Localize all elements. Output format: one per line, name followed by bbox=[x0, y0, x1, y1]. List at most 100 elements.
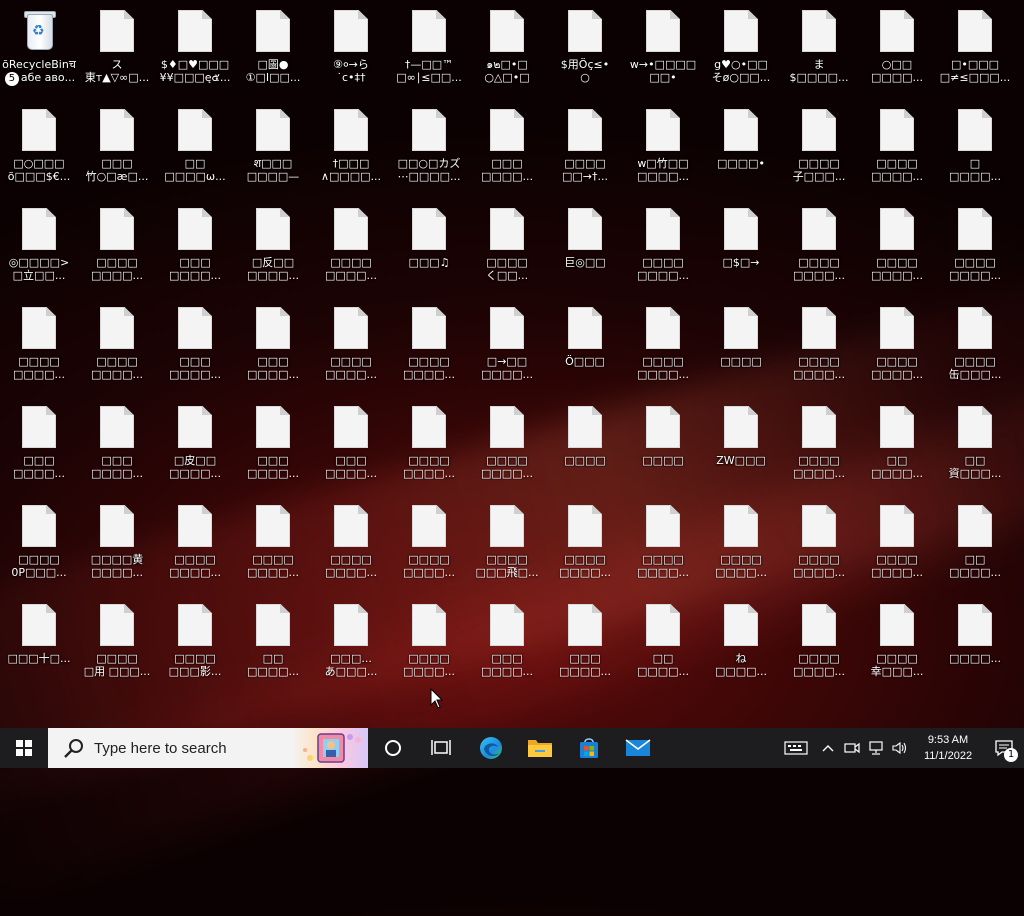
desktop-file-icon[interactable]: □□ □□□□... bbox=[858, 396, 936, 492]
desktop-file-icon[interactable]: □□□□ □□□□... bbox=[780, 495, 858, 591]
desktop-file-icon[interactable]: □□□□ □□□□... bbox=[390, 495, 468, 591]
desktop-file-icon[interactable]: ○□□ □□□□... bbox=[858, 0, 936, 96]
desktop-file-icon[interactable]: □□□ □□□□... bbox=[468, 99, 546, 195]
desktop-file-icon[interactable]: □□□十□... bbox=[0, 594, 78, 690]
desktop-file-icon[interactable]: w□竹□□ □□□□... bbox=[624, 99, 702, 195]
recycle-bin-icon[interactable]: ♻ ōRecycleBinच 5 абе аво... bbox=[0, 0, 78, 96]
desktop-file-icon[interactable]: □□□□ 0P□□□... bbox=[0, 495, 78, 591]
desktop-file-icon[interactable]: □圖● ①□Ⅰ□□... bbox=[234, 0, 312, 96]
file-explorer-button[interactable] bbox=[515, 728, 564, 768]
desktop-file-icon[interactable]: □□□□... bbox=[936, 594, 1014, 690]
desktop-file-icon[interactable]: w→•□□□□ □□• bbox=[624, 0, 702, 96]
desktop-file-icon[interactable]: □□ □□□□... bbox=[936, 495, 1014, 591]
meet-now-button[interactable] bbox=[840, 728, 864, 768]
desktop-file-icon[interactable]: □□□ □□□□... bbox=[234, 396, 312, 492]
desktop-file-icon[interactable]: □□□□ □□□□... bbox=[858, 99, 936, 195]
desktop-file-icon[interactable]: □□□□ □□□□... bbox=[780, 396, 858, 492]
desktop-file-icon[interactable]: □□□□ □□□□... bbox=[624, 495, 702, 591]
desktop-file-icon[interactable]: □□□... あ□□□... bbox=[312, 594, 390, 690]
desktop-file-icon[interactable]: ね □□□□... bbox=[702, 594, 780, 690]
desktop-file-icon[interactable]: □□□□ bbox=[546, 396, 624, 492]
desktop-file-icon[interactable]: □□□□ □□□□... bbox=[78, 297, 156, 393]
desktop-file-icon[interactable]: †□□□ ∧□□□□... bbox=[312, 99, 390, 195]
microsoft-store-button[interactable] bbox=[564, 728, 613, 768]
desktop-file-icon[interactable]: □$□→ bbox=[702, 198, 780, 294]
desktop-file-icon[interactable]: □□□ □□□□... bbox=[156, 297, 234, 393]
desktop-file-icon[interactable]: □□□ □□□□... bbox=[312, 396, 390, 492]
desktop-file-icon[interactable]: □□□ □□□□... bbox=[0, 396, 78, 492]
desktop-file-icon[interactable]: □□□□ 子□□□... bbox=[780, 99, 858, 195]
desktop-file-icon[interactable]: □□□□ bbox=[624, 396, 702, 492]
desktop-file-icon[interactable]: □□□ □□□□... bbox=[234, 297, 312, 393]
desktop-file-icon[interactable]: ZW□□□ bbox=[702, 396, 780, 492]
desktop-file-icon[interactable]: □□□□ □用 □□□... bbox=[78, 594, 156, 690]
desktop-file-icon[interactable]: □□ □□□□... bbox=[624, 594, 702, 690]
desktop-file-icon[interactable]: □□□□ □□→†... bbox=[546, 99, 624, 195]
desktop-file-icon[interactable]: □□□□ □□□□... bbox=[312, 495, 390, 591]
desktop-file-icon[interactable]: ス東т▲▽∞□... bbox=[78, 0, 156, 96]
search-box[interactable]: Type here to search bbox=[48, 728, 368, 768]
desktop-file-icon[interactable]: ◎□□□□> □立□□... bbox=[0, 198, 78, 294]
desktop-file-icon[interactable]: □□□□ 缶□□□... bbox=[936, 297, 1014, 393]
touch-keyboard-button[interactable] bbox=[776, 728, 816, 768]
desktop-file-icon[interactable]: □→□□ □□□□... bbox=[468, 297, 546, 393]
show-hidden-icons-button[interactable] bbox=[816, 728, 840, 768]
desktop[interactable]: ♻ ōRecycleBinच 5 абе аво... ス東т▲▽∞□... $♦□♥… bbox=[0, 0, 1024, 916]
desktop-file-icon[interactable]: □反□□ □□□□... bbox=[234, 198, 312, 294]
network-button[interactable] bbox=[864, 728, 888, 768]
desktop-file-icon[interactable]: ⑨०→ら ˙с•‡† bbox=[312, 0, 390, 96]
desktop-file-icon[interactable]: □□□□ □□□□... bbox=[156, 495, 234, 591]
desktop-file-icon[interactable]: □□□□ く□□... bbox=[468, 198, 546, 294]
desktop-file-icon[interactable]: □□□□ □□□□... bbox=[546, 495, 624, 591]
desktop-file-icon[interactable]: □□□□ □□□□... bbox=[390, 297, 468, 393]
desktop-file-icon[interactable]: □□□□ □□□□... bbox=[780, 594, 858, 690]
desktop-file-icon[interactable]: □□□ □□□□... bbox=[78, 396, 156, 492]
desktop-file-icon[interactable]: □□□□ □□□□... bbox=[312, 198, 390, 294]
desktop-file-icon[interactable]: □□□ □□□□... bbox=[156, 198, 234, 294]
desktop-file-icon[interactable]: □□ □□□□... bbox=[234, 594, 312, 690]
desktop-file-icon[interactable]: □□□□ □□□□... bbox=[624, 297, 702, 393]
desktop-file-icon[interactable]: श□□□ □□□□— bbox=[234, 99, 312, 195]
desktop-file-icon[interactable]: □□○□カズ ⋯□□□□... bbox=[390, 99, 468, 195]
desktop-file-icon[interactable]: □□□□ □□□□... bbox=[624, 198, 702, 294]
desktop-file-icon[interactable]: □□ 資□□□... bbox=[936, 396, 1014, 492]
desktop-file-icon[interactable]: 巨◎□□ bbox=[546, 198, 624, 294]
action-center-button[interactable]: 1 bbox=[984, 728, 1024, 768]
desktop-file-icon[interactable]: $♦□♥□□□ ¥¥□□□ę๕... bbox=[156, 0, 234, 96]
desktop-file-icon[interactable]: □•□□□ □≠≤□□□... bbox=[936, 0, 1014, 96]
desktop-file-icon[interactable]: □□□ 竹○□æ□... bbox=[78, 99, 156, 195]
volume-button[interactable] bbox=[888, 728, 912, 768]
desktop-file-icon[interactable]: □ □□□□... bbox=[936, 99, 1014, 195]
desktop-file-icon[interactable]: □皮□□ □□□□... bbox=[156, 396, 234, 492]
desktop-file-icon[interactable]: □□□□ □□□□... bbox=[78, 198, 156, 294]
desktop-file-icon[interactable]: □□□□ □□□□... bbox=[234, 495, 312, 591]
desktop-file-icon[interactable]: □□□□ □□□□... bbox=[390, 594, 468, 690]
desktop-file-icon[interactable]: □□□□ □□□□... bbox=[468, 396, 546, 492]
desktop-file-icon[interactable]: □□□ □□□□... bbox=[468, 594, 546, 690]
mail-button[interactable] bbox=[613, 728, 662, 768]
desktop-file-icon[interactable]: †—□□™ □∞∣≤□□... bbox=[390, 0, 468, 96]
desktop-file-icon[interactable]: $用Öç≤• ○ bbox=[546, 0, 624, 96]
desktop-file-icon[interactable]: Ö□□□ bbox=[546, 297, 624, 393]
desktop-file-icon[interactable]: □□□□ 幸□□□... bbox=[858, 594, 936, 690]
desktop-file-icon[interactable]: □□□□黄 □□□□... bbox=[78, 495, 156, 591]
edge-button[interactable] bbox=[466, 728, 515, 768]
desktop-file-icon[interactable]: □○□□□ õ□□□$€... bbox=[0, 99, 78, 195]
desktop-file-icon[interactable]: □□□♫ bbox=[390, 198, 468, 294]
desktop-file-icon[interactable]: □□□□ □□□□... bbox=[702, 495, 780, 591]
desktop-file-icon[interactable]: □□□□ □□□□... bbox=[780, 198, 858, 294]
task-view-button[interactable] bbox=[417, 728, 466, 768]
start-button[interactable] bbox=[0, 728, 48, 768]
desktop-file-icon[interactable]: □□□□ □□□影... bbox=[156, 594, 234, 690]
desktop-file-icon[interactable]: □□□□• bbox=[702, 99, 780, 195]
desktop-file-icon[interactable]: ま $□□□□... bbox=[780, 0, 858, 96]
cortana-button[interactable] bbox=[368, 728, 417, 768]
desktop-file-icon[interactable]: □□□□ □□□□... bbox=[858, 198, 936, 294]
clock[interactable]: 9:53 AM 11/1/2022 bbox=[912, 732, 984, 764]
desktop-file-icon[interactable]: ๑๒□•□ ○△□•□ bbox=[468, 0, 546, 96]
desktop-file-icon[interactable]: □□□□ □□□□... bbox=[312, 297, 390, 393]
desktop-file-icon[interactable]: □□□□ □□□□... bbox=[0, 297, 78, 393]
desktop-file-icon[interactable]: □□□□ □□□□... bbox=[858, 297, 936, 393]
desktop-file-icon[interactable]: □□ □□□□ω... bbox=[156, 99, 234, 195]
desktop-file-icon[interactable]: g♥○•□□ そø○□□... bbox=[702, 0, 780, 96]
